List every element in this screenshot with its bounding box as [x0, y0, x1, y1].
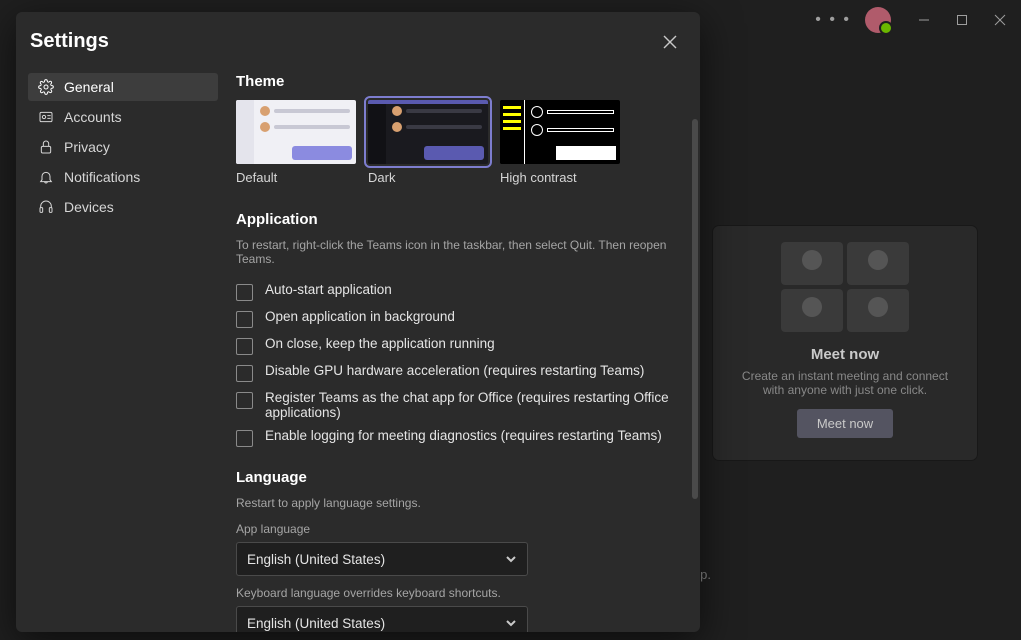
theme-heading: Theme: [236, 73, 674, 90]
theme-preview-dark: [368, 100, 488, 164]
checkbox-open-bg[interactable]: Open application in background: [236, 305, 674, 332]
accounts-icon: [38, 109, 54, 125]
theme-label: Default: [236, 170, 356, 185]
sidebar-item-notifications[interactable]: Notifications: [28, 163, 218, 191]
checkbox-label: Open application in background: [265, 309, 455, 324]
user-avatar[interactable]: [865, 7, 891, 33]
application-section: Application To restart, right-click the …: [236, 211, 674, 451]
keyboard-language-select[interactable]: English (United States): [236, 606, 528, 632]
meet-now-button[interactable]: Meet now: [797, 409, 893, 438]
application-note: To restart, right-click the Teams icon i…: [236, 238, 674, 266]
theme-option-dark[interactable]: Dark: [368, 100, 488, 185]
checkbox-icon: [236, 365, 253, 382]
meet-now-card: Meet now Create an instant meeting and c…: [713, 226, 977, 460]
language-heading: Language: [236, 469, 674, 486]
theme-options: Default Dark High cont: [236, 100, 674, 185]
checkbox-label: Register Teams as the chat app for Offic…: [265, 390, 674, 420]
sidebar-item-general[interactable]: General: [28, 73, 218, 101]
checkbox-logging[interactable]: Enable logging for meeting diagnostics (…: [236, 424, 674, 451]
checkbox-label: On close, keep the application running: [265, 336, 495, 351]
app-language-select[interactable]: English (United States): [236, 542, 528, 576]
meet-now-desc: Create an instant meeting and connect wi…: [731, 369, 959, 397]
theme-option-default[interactable]: Default: [236, 100, 356, 185]
keyboard-language-note: Keyboard language overrides keyboard sho…: [236, 586, 674, 600]
window-maximize-button[interactable]: [945, 3, 979, 37]
app-language-label: App language: [236, 522, 674, 536]
checkbox-register-chat[interactable]: Register Teams as the chat app for Offic…: [236, 386, 674, 424]
sidebar-item-accounts[interactable]: Accounts: [28, 103, 218, 131]
close-button[interactable]: [660, 32, 680, 52]
meet-tiles-illustration: [781, 242, 909, 332]
select-value: English (United States): [247, 552, 385, 567]
settings-sidebar: General Accounts Privacy Notifications D…: [16, 59, 226, 632]
select-value: English (United States): [247, 616, 385, 631]
settings-title: Settings: [30, 30, 109, 53]
settings-header: Settings: [16, 12, 700, 59]
checkbox-label: Auto-start application: [265, 282, 392, 297]
checkbox-icon: [236, 392, 253, 409]
checkbox-icon: [236, 284, 253, 301]
checkbox-label: Enable logging for meeting diagnostics (…: [265, 428, 662, 443]
sidebar-item-label: Accounts: [64, 109, 122, 125]
bell-icon: [38, 169, 54, 185]
checkbox-label: Disable GPU hardware acceleration (requi…: [265, 363, 644, 378]
checkbox-icon: [236, 430, 253, 447]
sidebar-item-label: Privacy: [64, 139, 110, 155]
application-heading: Application: [236, 211, 674, 228]
sidebar-item-devices[interactable]: Devices: [28, 193, 218, 221]
settings-content[interactable]: Theme Default Dark: [226, 59, 700, 632]
scrollbar[interactable]: [692, 119, 698, 626]
gear-icon: [38, 79, 54, 95]
chevron-down-icon: [505, 553, 517, 565]
language-note: Restart to apply language settings.: [236, 496, 674, 510]
theme-option-high-contrast[interactable]: High contrast: [500, 100, 620, 185]
window-minimize-button[interactable]: [907, 3, 941, 37]
theme-label: Dark: [368, 170, 488, 185]
checkbox-disable-gpu[interactable]: Disable GPU hardware acceleration (requi…: [236, 359, 674, 386]
theme-preview-default: [236, 100, 356, 164]
checkbox-icon: [236, 338, 253, 355]
lock-icon: [38, 139, 54, 155]
settings-dialog: Settings General Accounts Privacy Notifi…: [16, 12, 700, 632]
checkbox-autostart[interactable]: Auto-start application: [236, 278, 674, 305]
theme-preview-high-contrast: [500, 100, 620, 164]
theme-label: High contrast: [500, 170, 620, 185]
window-close-button[interactable]: [983, 3, 1017, 37]
sidebar-item-privacy[interactable]: Privacy: [28, 133, 218, 161]
checkbox-icon: [236, 311, 253, 328]
sidebar-item-label: Devices: [64, 199, 114, 215]
language-section: Language Restart to apply language setti…: [236, 469, 674, 632]
chevron-down-icon: [505, 617, 517, 629]
headset-icon: [38, 199, 54, 215]
sidebar-item-label: Notifications: [64, 169, 140, 185]
checkbox-keep-running[interactable]: On close, keep the application running: [236, 332, 674, 359]
sidebar-item-label: General: [64, 79, 114, 95]
meet-now-title: Meet now: [811, 346, 879, 363]
more-icon[interactable]: • • •: [815, 11, 851, 29]
